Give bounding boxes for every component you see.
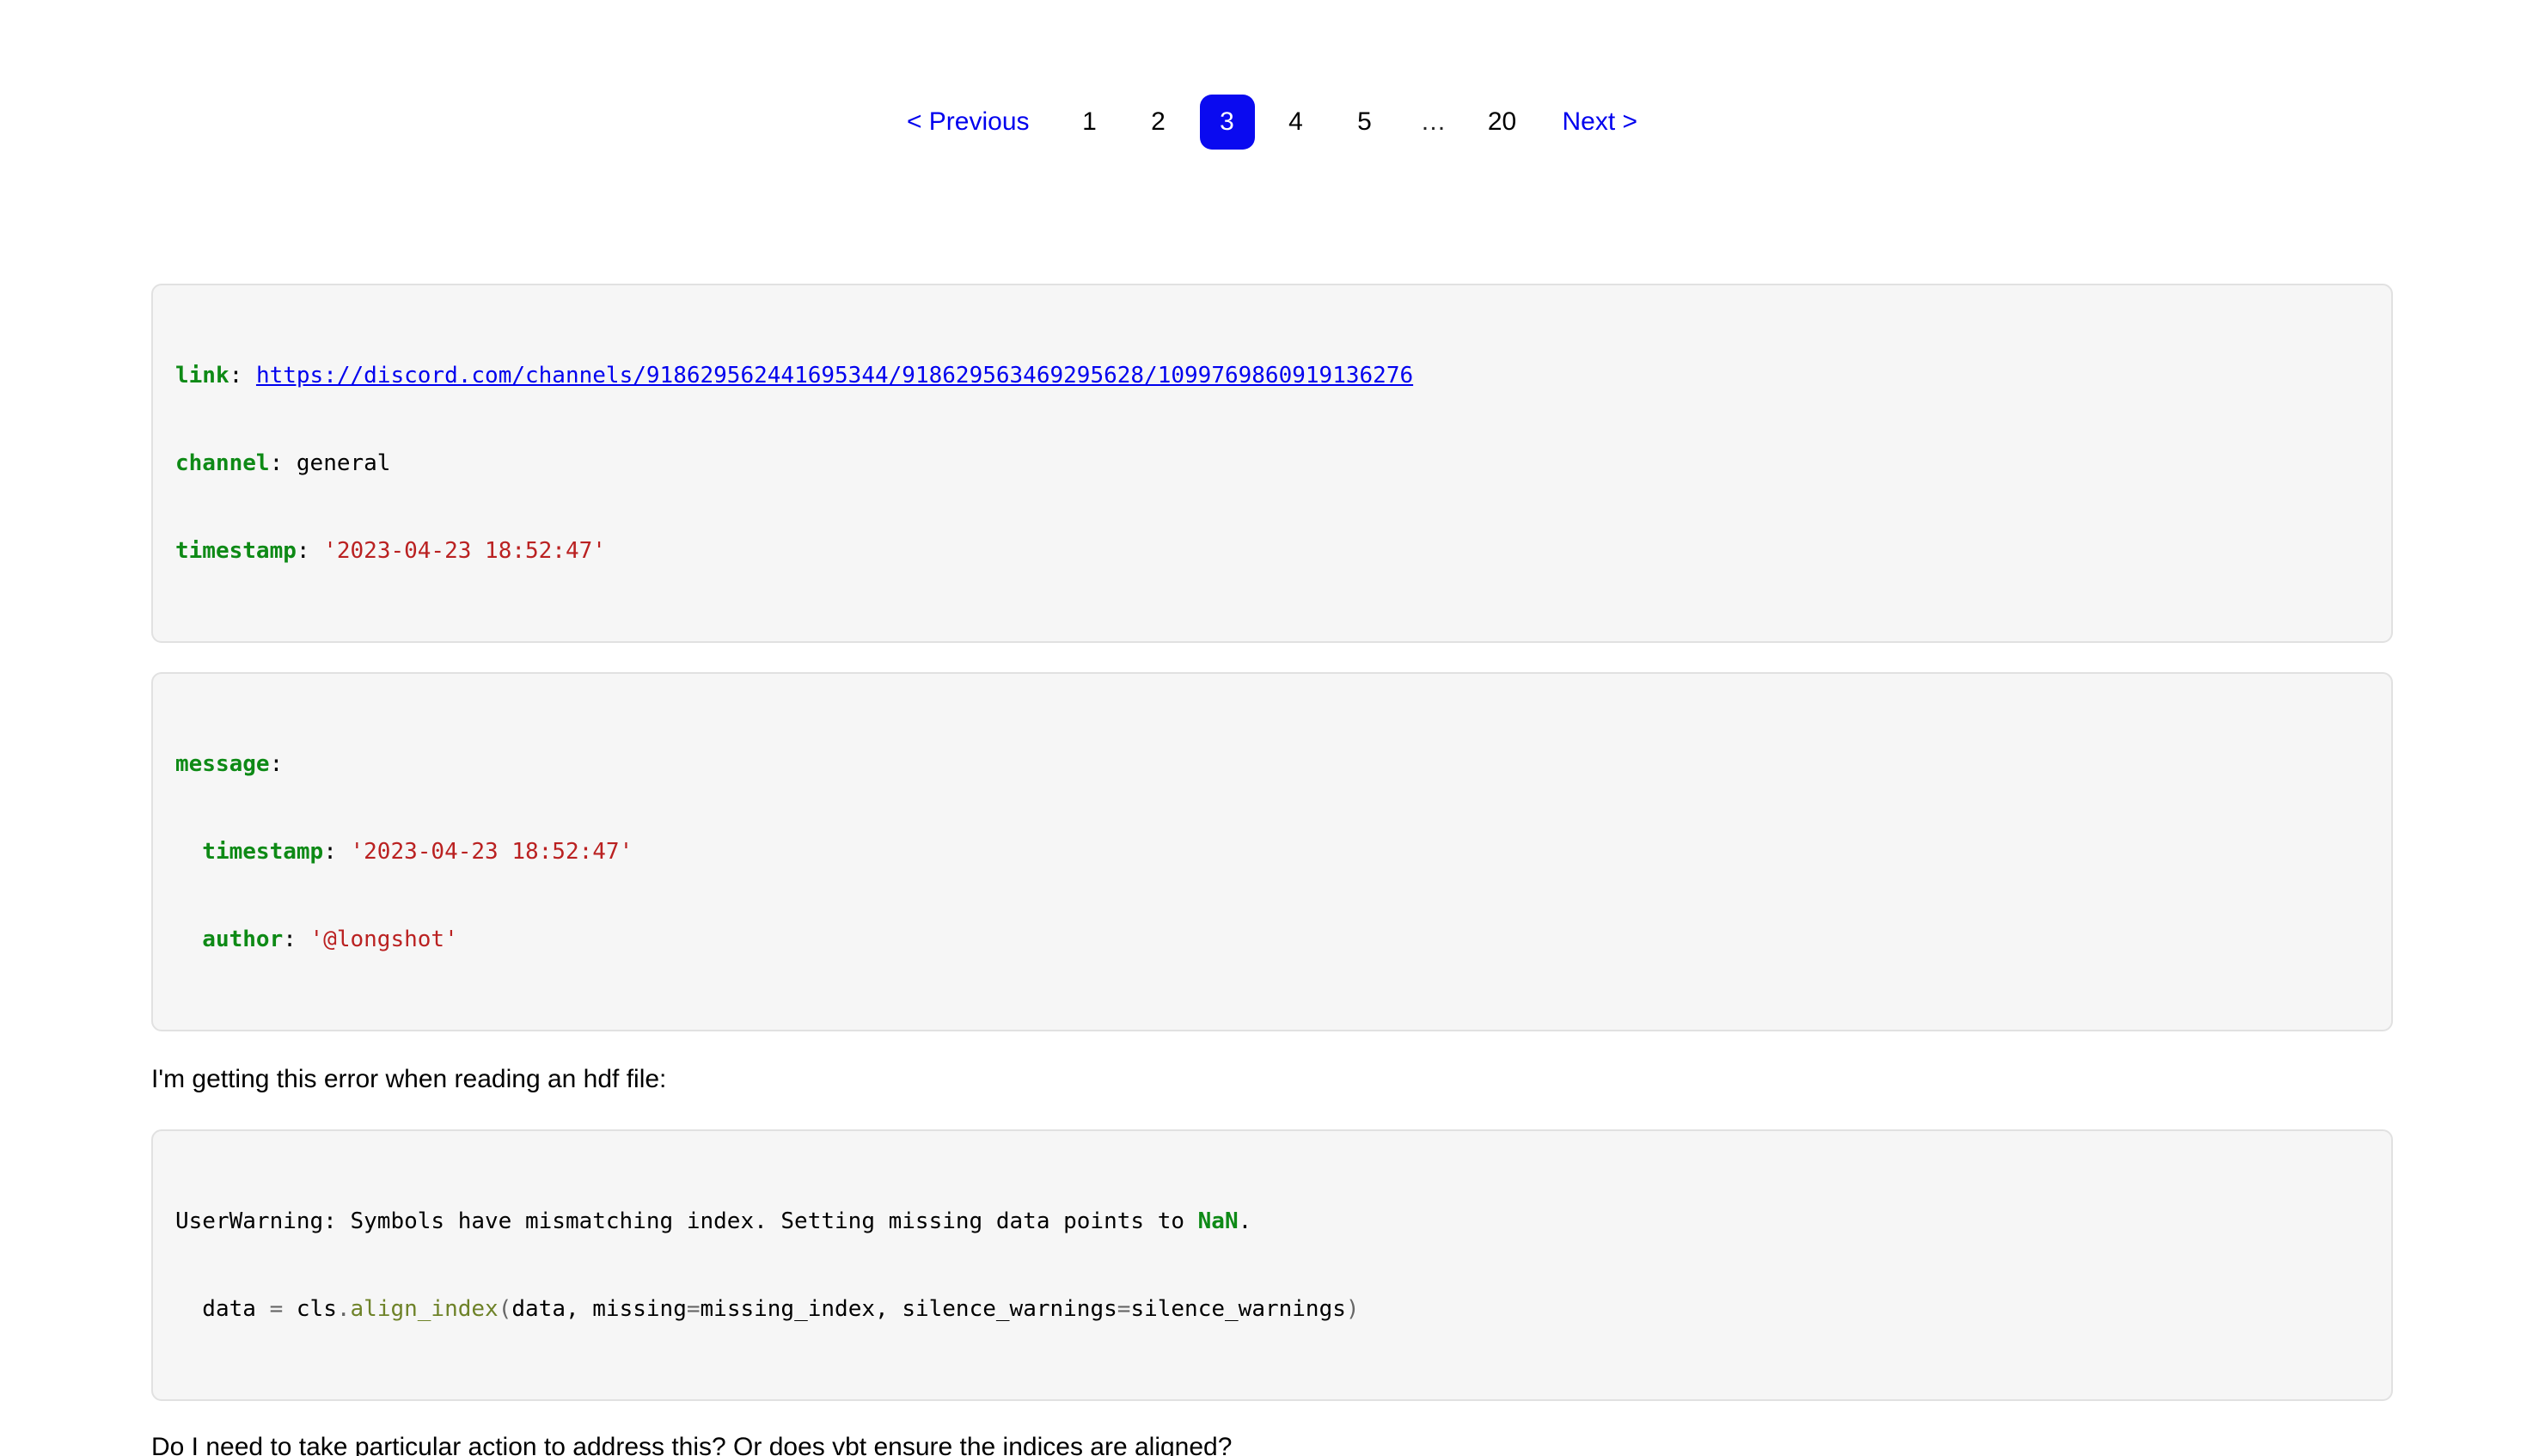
yaml-key-timestamp: timestamp	[175, 538, 297, 564]
code-token: data	[202, 1296, 269, 1322]
page-slot: 2	[1124, 107, 1193, 137]
yaml-key-link: link	[175, 363, 229, 388]
code-line-message: message:	[175, 749, 2369, 779]
code-block-warning: UserWarning: Symbols have mismatching in…	[151, 1129, 2393, 1401]
code-line-timestamp: timestamp: '2023-04-23 18:52:47'	[175, 536, 2369, 566]
page-slot: 20	[1468, 107, 1537, 137]
code-line-message-timestamp: timestamp: '2023-04-23 18:52:47'	[175, 837, 2369, 866]
message-text-paragraph-1: I'm getting this error when reading an h…	[151, 1064, 2393, 1095]
separator: :	[323, 839, 350, 865]
current-page-button[interactable]: 3	[1200, 95, 1255, 150]
code-token: missing_index, silence_warnings	[701, 1296, 1117, 1322]
code-line-channel: channel: general	[175, 449, 2369, 478]
previous-page-link[interactable]: < Previous	[907, 107, 1030, 137]
timestamp-value: '2023-04-23 18:52:47'	[323, 538, 606, 564]
code-token: cls	[283, 1296, 337, 1322]
code-line-link: link: https://discord.com/channels/91862…	[175, 361, 2369, 390]
page-link-2[interactable]: 2	[1151, 107, 1166, 137]
code-block-message-meta: link: https://discord.com/channels/91862…	[151, 284, 2393, 643]
channel-value: general	[297, 450, 391, 476]
operator-equals: =	[1117, 1296, 1131, 1322]
page-link-4[interactable]: 4	[1288, 107, 1303, 137]
operator-dot: .	[337, 1296, 351, 1322]
nan-keyword: NaN	[1198, 1208, 1239, 1234]
code-block-message: message: timestamp: '2023-04-23 18:52:47…	[151, 672, 2393, 1031]
operator-equals: =	[270, 1296, 284, 1322]
page-slot: 5	[1331, 107, 1399, 137]
author-value: '@longshot'	[310, 927, 458, 952]
yaml-key-message: message	[175, 751, 270, 777]
separator: :	[229, 363, 256, 388]
function-name-align-index: align_index	[351, 1296, 499, 1322]
separator: :	[283, 927, 309, 952]
code-token: data, missing	[511, 1296, 687, 1322]
code-line-author: author: '@longshot'	[175, 925, 2369, 954]
warning-text: UserWarning: Symbols have mismatching in…	[175, 1208, 1198, 1234]
separator: :	[270, 450, 297, 476]
yaml-key-channel: channel	[175, 450, 270, 476]
warning-period: .	[1239, 1208, 1252, 1234]
pagination-top: < Previous 1 2 3 4 5 … 20 Next >	[151, 95, 2393, 150]
open-paren: (	[499, 1296, 512, 1322]
message-text-paragraph-2: Do I need to take particular action to a…	[151, 1432, 2393, 1456]
page-link-1[interactable]: 1	[1082, 107, 1097, 137]
message-timestamp-value: '2023-04-23 18:52:47'	[351, 839, 633, 865]
discord-message-link[interactable]: https://discord.com/channels/91862956244…	[256, 363, 1413, 388]
page-slot: 4	[1262, 107, 1331, 137]
pagination-ellipsis: …	[1421, 107, 1447, 137]
separator: :	[297, 538, 323, 564]
page-slot: …	[1399, 107, 1468, 137]
page-link-5[interactable]: 5	[1357, 107, 1372, 137]
colon: :	[270, 751, 284, 777]
page-container: < Previous 1 2 3 4 5 … 20 Next > link: h…	[151, 0, 2393, 1456]
code-token: silence_warnings	[1130, 1296, 1345, 1322]
code-line-userwarning: UserWarning: Symbols have mismatching in…	[175, 1207, 2369, 1236]
yaml-key-author: author	[202, 927, 283, 952]
yaml-key-timestamp: timestamp	[202, 839, 323, 865]
operator-equals: =	[687, 1296, 701, 1322]
next-page-link[interactable]: Next >	[1563, 107, 1638, 137]
code-line-align-index: data = cls.align_index(data, missing=mis…	[175, 1294, 2369, 1324]
page-slot: 3	[1193, 95, 1262, 150]
close-paren: )	[1346, 1296, 1360, 1322]
page-link-20[interactable]: 20	[1488, 107, 1516, 137]
page-slot: 1	[1055, 107, 1124, 137]
